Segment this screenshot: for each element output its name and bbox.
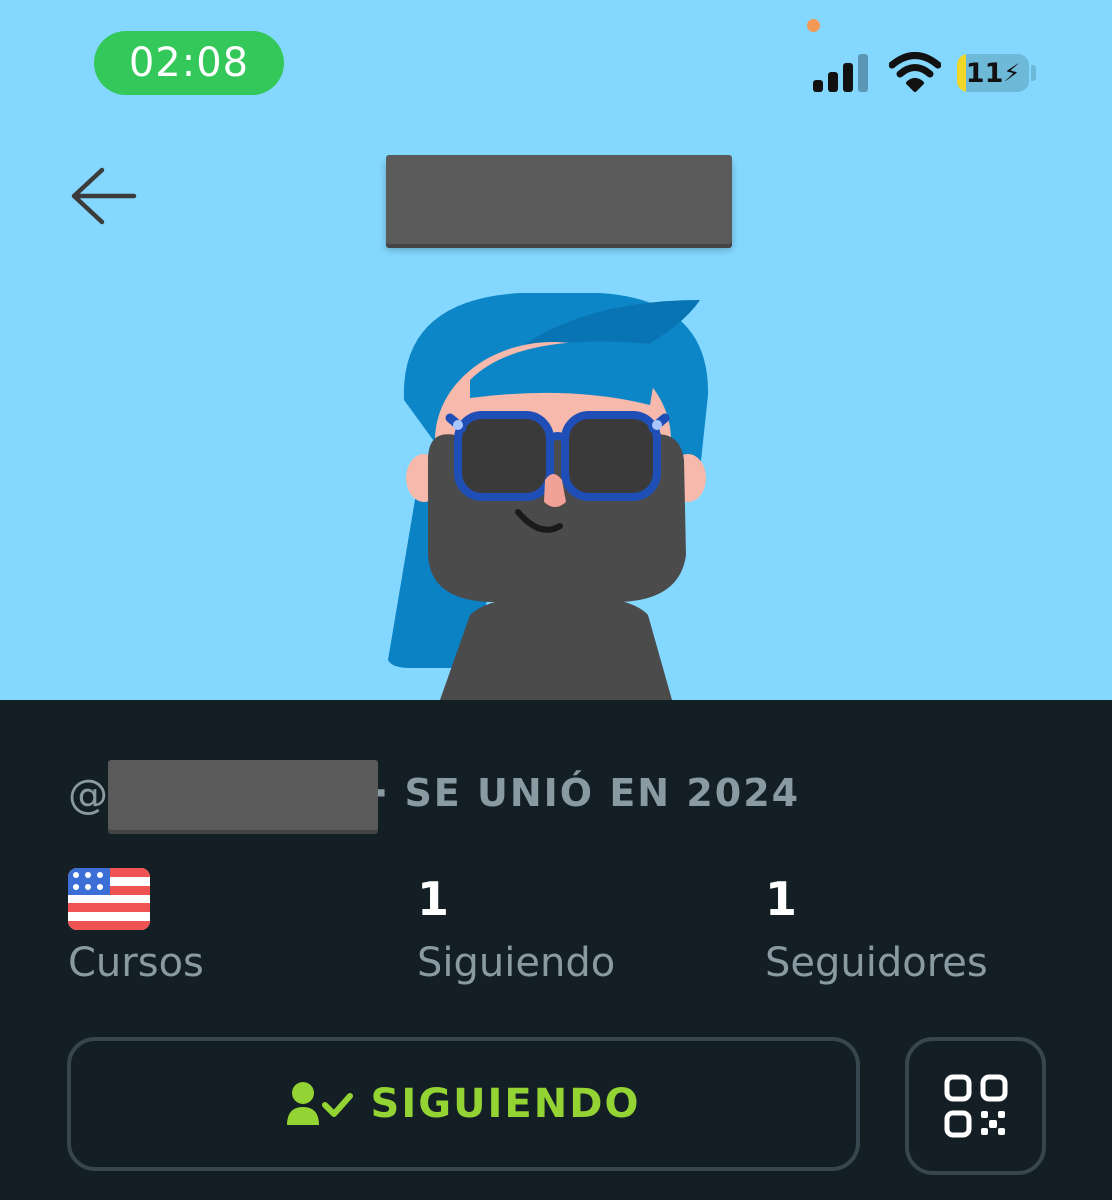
- qr-code-icon: [944, 1074, 1007, 1138]
- profile-hero: 02:08 11 ⚡: [0, 0, 1112, 700]
- following-button[interactable]: SIGUIENDO: [67, 1037, 860, 1171]
- following-label[interactable]: Siguiendo: [417, 940, 615, 986]
- joined-separator: ·: [374, 771, 391, 815]
- qr-code-button[interactable]: [905, 1037, 1046, 1175]
- avatar-illustration: [388, 293, 709, 700]
- courses-label: Cursos: [68, 940, 204, 986]
- followers-count[interactable]: 1: [765, 872, 797, 926]
- followers-label[interactable]: Seguidores: [765, 940, 988, 986]
- username-row: @: [68, 760, 378, 830]
- following-count[interactable]: 1: [417, 872, 449, 926]
- following-button-label: SIGUIENDO: [370, 1081, 641, 1127]
- user-check-icon: [286, 1082, 353, 1125]
- us-flag-icon[interactable]: [68, 868, 150, 930]
- username-redacted: [108, 760, 378, 830]
- handle-prefix: @: [68, 772, 108, 818]
- joined-date-text: SE UNIÓ EN 2024: [404, 771, 801, 815]
- joined-date: · SE UNIÓ EN 2024: [374, 768, 800, 818]
